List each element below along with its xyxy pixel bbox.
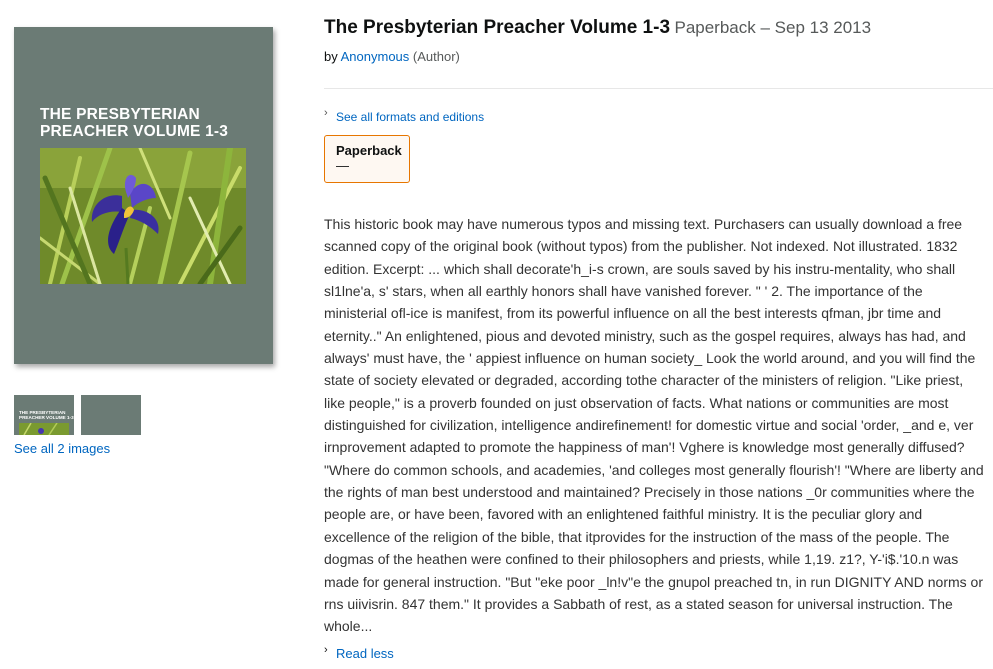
byline-prefix: by <box>324 49 341 64</box>
see-all-formats-link[interactable]: See all formats and editions <box>336 110 484 124</box>
author-link[interactable]: Anonymous <box>341 49 410 64</box>
thumbnail-title: THE PRESBYTERIAN PREACHER VOLUME 1-3 <box>19 410 74 420</box>
thumbnail-image-1[interactable]: THE PRESBYTERIAN PREACHER VOLUME 1-3 <box>14 395 74 435</box>
description-text: This historic book may have numerous typ… <box>324 216 984 635</box>
cover-title: THE PRESBYTERIAN PREACHER VOLUME 1-3 <box>40 106 260 140</box>
product-description: This historic book may have numerous typ… <box>324 213 984 638</box>
thumbnail-image-2[interactable] <box>81 395 141 435</box>
format-option-price: — <box>336 158 349 173</box>
read-less-link[interactable]: Read less <box>336 646 394 661</box>
cover-title-line2: PREACHER VOLUME 1-3 <box>40 123 229 140</box>
format-option-paperback[interactable]: Paperback — <box>324 135 410 183</box>
book-cover-image[interactable]: THE PRESBYTERIAN PREACHER VOLUME 1-3 <box>14 27 273 364</box>
format-option-label: Paperback <box>336 143 402 158</box>
chevron-right-icon: › <box>324 644 328 656</box>
byline: by Anonymous (Author) <box>324 49 460 64</box>
author-role: (Author) <box>412 49 460 64</box>
thumbnail-title-line2: PREACHER VOLUME 1-3 <box>19 415 74 420</box>
cover-iris-illustration <box>40 148 246 284</box>
product-title: The Presbyterian Preacher Volume 1-3 <box>324 17 671 38</box>
chevron-right-icon: › <box>324 107 328 119</box>
product-title-row: The Presbyterian Preacher Volume 1-3 Pap… <box>324 17 871 39</box>
see-all-images-link[interactable]: See all 2 images <box>14 441 110 456</box>
thumbnail-illustration <box>19 423 69 435</box>
product-format-date: Paperback – Sep 13 2013 <box>674 18 872 37</box>
cover-title-line1: THE PRESBYTERIAN <box>40 106 200 123</box>
divider <box>324 88 993 89</box>
